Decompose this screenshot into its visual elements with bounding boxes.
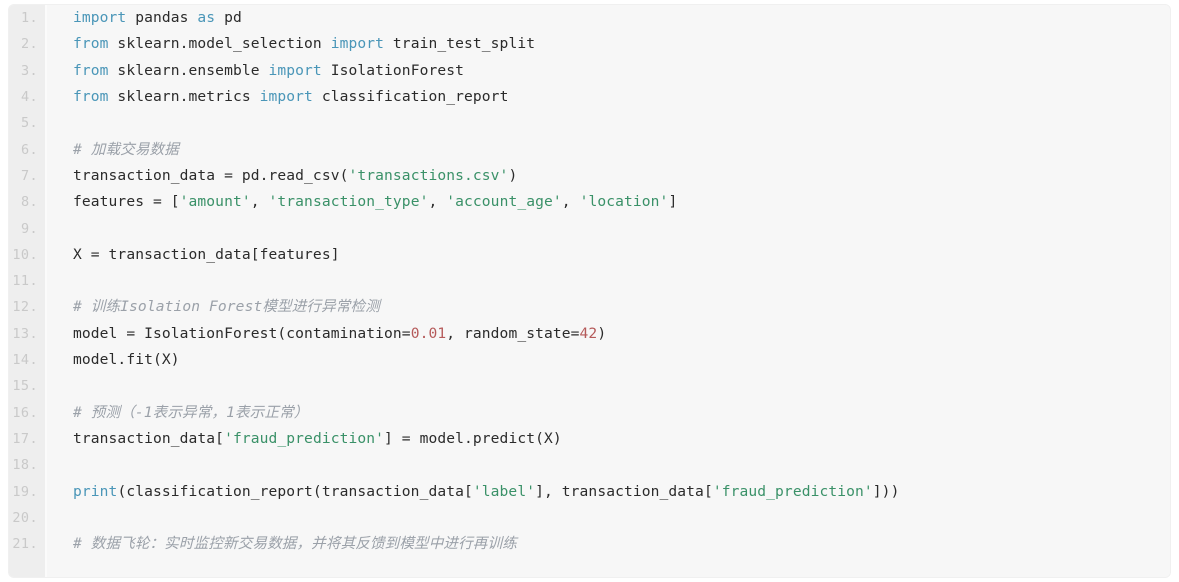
line-number: 9. — [20, 220, 38, 237]
token-txt: , — [250, 193, 269, 211]
token-txt: transaction_data[ — [73, 430, 225, 447]
code-line[interactable]: # 数据飞轮：实时监控新交易数据，并将其反馈到模型中进行再训练 — [49, 531, 1170, 557]
code-line[interactable]: # 训练Isolation Forest模型进行异常检测 — [49, 294, 1170, 320]
token-txt: , random_state= — [446, 324, 580, 342]
token-txt: sklearn.ensemble — [108, 61, 269, 79]
token-txt: pandas — [126, 9, 198, 26]
token-com: # 训练Isolation Forest模型进行异常检测 — [73, 298, 380, 316]
token-str: 'amount' — [179, 193, 251, 211]
line-number: 21. — [12, 536, 38, 553]
code-line[interactable]: print(classification_report(transaction_… — [49, 479, 1170, 505]
code-line[interactable]: transaction_data = pd.read_csv('transact… — [49, 163, 1170, 189]
line-number: 4. — [20, 88, 38, 105]
token-kw: from — [73, 35, 109, 53]
code-line[interactable]: model = IsolationForest(contamination=0.… — [49, 321, 1170, 347]
line-number: 1. — [20, 10, 38, 26]
token-str: 'fraud_prediction' — [712, 482, 873, 500]
code-line[interactable] — [49, 110, 1170, 136]
token-txt: sklearn.metrics — [108, 87, 260, 105]
line-number: 19. — [12, 483, 38, 500]
line-number: 10. — [12, 246, 38, 263]
token-txt: classification_report — [312, 87, 509, 105]
line-number: 13. — [12, 325, 38, 342]
token-txt: ] — [668, 193, 678, 211]
code-line[interactable]: from sklearn.ensemble import IsolationFo… — [49, 58, 1170, 84]
token-kw: as — [197, 9, 216, 26]
code-line[interactable]: from sklearn.metrics import classificati… — [49, 84, 1170, 110]
code-line[interactable] — [49, 452, 1170, 478]
line-number: 17. — [12, 431, 38, 447]
token-kw: import — [73, 9, 127, 26]
token-txt: ])) — [872, 482, 900, 500]
line-number: 20. — [12, 509, 38, 526]
line-number: 2. — [20, 36, 38, 53]
token-kw: import — [330, 35, 385, 53]
token-txt: ], transaction_data[ — [535, 482, 713, 500]
code-line[interactable] — [49, 268, 1170, 294]
code-content-area[interactable]: import pandas as pd from sklearn.model_se… — [49, 5, 1170, 577]
token-txt: sklearn.model_selection — [108, 35, 331, 53]
token-str: 'transactions.csv' — [348, 166, 509, 184]
token-kw: from — [73, 87, 109, 105]
token-txt: transaction_data = pd.read_csv( — [73, 166, 349, 184]
token-txt: , — [561, 193, 580, 211]
line-number-gutter: 1. 2. 3. 4. 5. 6. 7. 8. 9. 10. 11. 12. 13. 14. 15. 16. 1… — [9, 5, 47, 577]
token-str: 'account_age' — [446, 193, 562, 211]
token-num: 42 — [579, 324, 598, 342]
line-number: 3. — [20, 62, 38, 79]
line-number: 7. — [20, 167, 38, 184]
token-kw: import — [268, 61, 322, 79]
token-txt: IsolationForest — [321, 61, 465, 79]
token-str: 'fraud_prediction' — [224, 430, 385, 447]
token-txt: ] = model.predict(X) — [384, 430, 562, 447]
code-line[interactable] — [49, 505, 1170, 531]
token-num: 0.01 — [410, 324, 447, 342]
token-str: 'location' — [579, 193, 669, 211]
line-number: 8. — [20, 194, 38, 211]
code-line[interactable] — [49, 373, 1170, 399]
token-txt: X = transaction_data[features] — [73, 245, 340, 263]
token-txt: (classification_report(transaction_data[ — [117, 482, 473, 500]
line-number: 18. — [12, 457, 38, 474]
token-com: # 预测（-1表示异常，1表示正常） — [73, 403, 309, 421]
token-txt: features = [ — [73, 193, 180, 211]
token-com: # 数据飞轮：实时监控新交易数据，并将其反馈到模型中进行再训练 — [73, 535, 517, 553]
code-line[interactable]: from sklearn.model_selection import trai… — [49, 31, 1170, 57]
token-com: # 加载交易数据 — [73, 140, 179, 158]
line-number: 15. — [12, 378, 38, 395]
token-str: 'transaction_type' — [268, 193, 429, 211]
token-kw: print — [73, 482, 118, 500]
code-block: 1. 2. 3. 4. 5. 6. 7. 8. 9. 10. 11. 12. 13. 14. 15. 16. 1… — [8, 4, 1171, 578]
token-txt: train_test_split — [384, 35, 536, 53]
token-txt: model = IsolationForest(contamination= — [73, 324, 411, 342]
code-line[interactable]: import pandas as pd — [49, 5, 1170, 31]
line-number: 11. — [12, 273, 38, 290]
line-number: 6. — [20, 141, 38, 158]
line-number: 14. — [12, 352, 38, 369]
line-number: 16. — [12, 404, 38, 421]
line-number: 5. — [20, 115, 38, 132]
line-number: 12. — [12, 299, 38, 316]
code-line[interactable] — [49, 216, 1170, 242]
code-line[interactable]: # 加载交易数据 — [49, 137, 1170, 163]
token-txt: pd — [215, 9, 242, 26]
token-kw: from — [73, 61, 109, 79]
code-line[interactable]: # 预测（-1表示异常，1表示正常） — [49, 400, 1170, 426]
token-str: 'label' — [472, 482, 536, 500]
token-txt: , — [428, 193, 447, 211]
token-txt: ) — [597, 324, 607, 342]
code-line[interactable]: features = ['amount', 'transaction_type'… — [49, 189, 1170, 215]
token-txt: ) — [508, 166, 518, 184]
token-txt: model.fit(X) — [73, 351, 180, 369]
code-line[interactable]: model.fit(X) — [49, 347, 1170, 373]
code-line[interactable]: X = transaction_data[features] — [49, 242, 1170, 268]
token-kw: import — [259, 87, 313, 105]
code-line[interactable]: transaction_data['fraud_prediction'] = m… — [49, 426, 1170, 452]
